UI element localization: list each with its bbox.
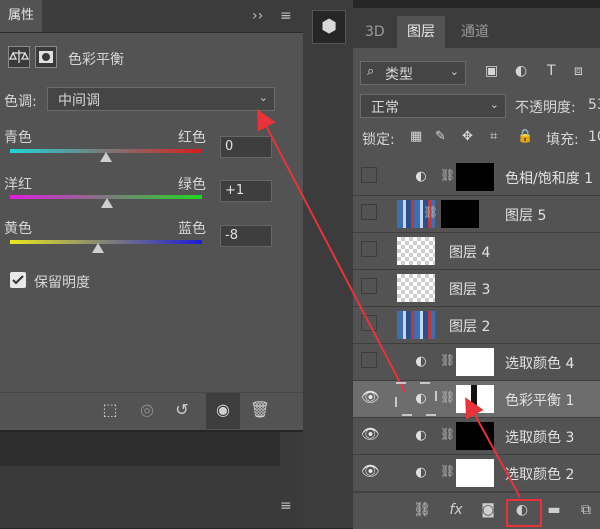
annotation-arrow-to-layer	[465, 397, 521, 498]
annotation-overlay	[257, 109, 542, 527]
annotation-arrow-to-tone	[257, 109, 406, 393]
annotation-highlight-box	[506, 499, 542, 527]
